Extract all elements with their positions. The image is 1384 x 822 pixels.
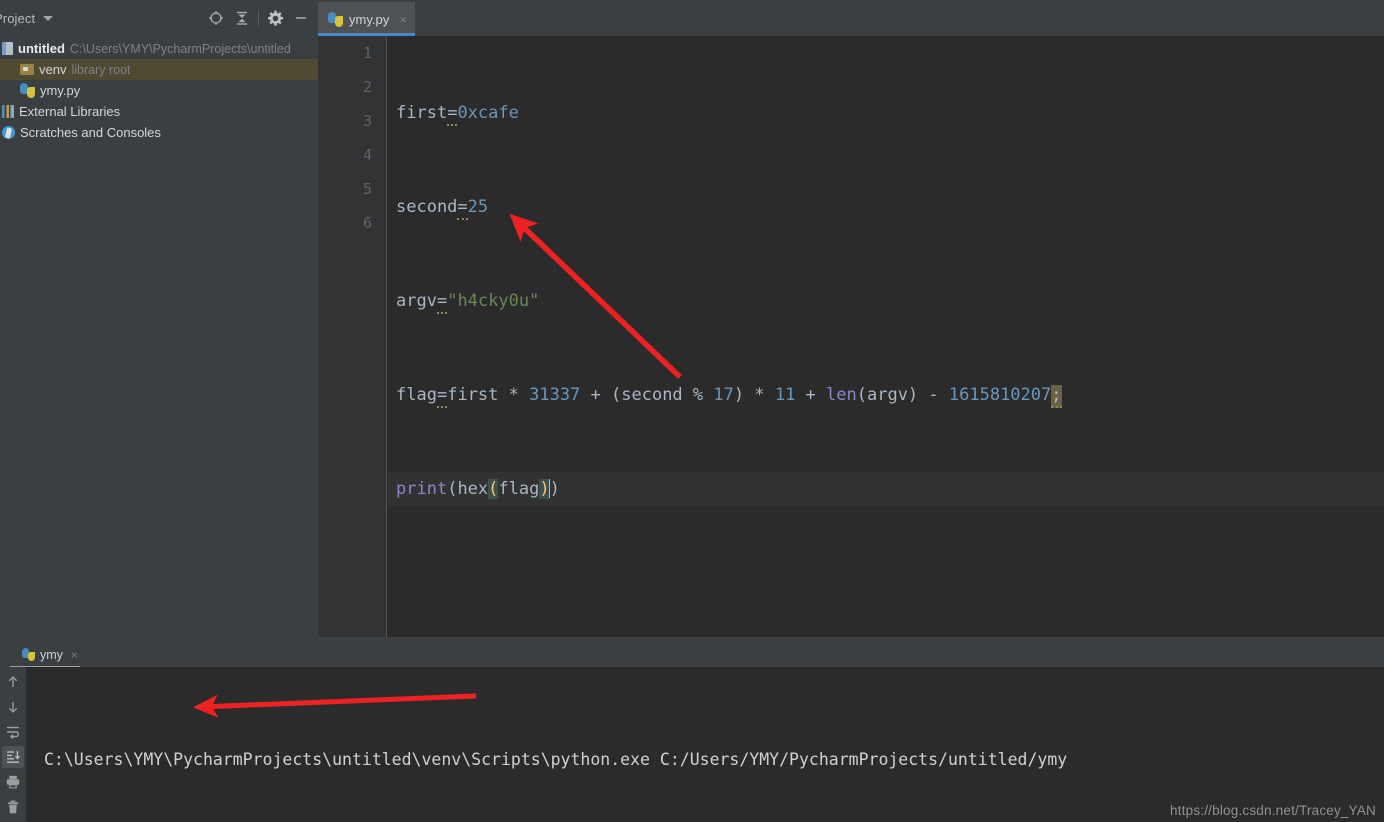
token-function: print: [396, 479, 448, 499]
token-identifier: second: [396, 197, 458, 217]
close-icon[interactable]: ×: [399, 13, 407, 26]
code-line-1: first=0xcafe: [388, 96, 1384, 130]
token-string: "h4cky0u": [447, 291, 540, 311]
console-tab-label: ymy: [40, 647, 63, 662]
token-identifier: argv: [396, 291, 437, 311]
console-line-command: C:\Users\YMY\PycharmProjects\untitled\ve…: [44, 750, 1068, 769]
python-file-icon: [22, 648, 35, 661]
token-operator: =: [447, 103, 458, 126]
chevron-down-icon[interactable]: [43, 15, 54, 21]
tree-item-label: Scratches and Consoles: [20, 125, 161, 140]
code-text[interactable]: first=0xcafe second=25 argv="h4cky0u" fl…: [388, 36, 1384, 637]
editor-gutter[interactable]: 1 2 3 4 5 6: [318, 36, 387, 637]
token-number: 31337: [529, 385, 581, 405]
external-libraries-icon: [2, 105, 14, 118]
token-operator: + (: [580, 385, 622, 405]
editor-tabbar: ymy.py ×: [318, 0, 1384, 36]
tree-item-label: ymy.py: [40, 83, 81, 98]
console-output[interactable]: C:\Users\YMY\PycharmProjects\untitled\ve…: [26, 667, 1384, 822]
token-number: 1615810207: [948, 385, 1052, 405]
tree-item-label: External Libraries: [19, 104, 121, 119]
scroll-to-end-icon[interactable]: [2, 746, 24, 768]
collapse-all-icon[interactable]: [229, 5, 255, 31]
token-operator: =: [457, 197, 468, 220]
token-number: 25: [467, 197, 489, 217]
toolbar-separator: [258, 10, 259, 26]
watermark: https://blog.csdn.net/Tracey_YAN: [1170, 803, 1376, 818]
editor-tab-label: ymy.py: [349, 11, 390, 27]
token-identifier: first: [447, 385, 499, 405]
token-operator: %: [682, 385, 714, 405]
code-editor[interactable]: 1 2 3 4 5 6 first=0xcafe second=25 argv=…: [318, 36, 1384, 637]
token-identifier: flag: [396, 385, 437, 405]
python-file-icon: [328, 11, 343, 27]
tree-item-hint: library root: [71, 62, 131, 77]
tree-item-untitled[interactable]: untitled C:\Users\YMY\PycharmProjects\un…: [0, 38, 318, 59]
code-line-2: second=25: [388, 190, 1384, 224]
down-arrow-icon[interactable]: [2, 696, 24, 718]
tree-item-label: venv: [39, 62, 67, 77]
crosshair-target-icon[interactable]: [203, 5, 229, 31]
token-identifier: first: [396, 103, 448, 123]
token-number: 11: [774, 385, 796, 405]
project-tree: untitled C:\Users\YMY\PycharmProjects\un…: [0, 36, 318, 637]
line-number: 4: [362, 146, 372, 164]
token-paren: (: [447, 479, 458, 499]
gear-icon[interactable]: [262, 5, 288, 31]
pycharm-window: Project: [0, 0, 1384, 822]
project-module-icon: [2, 42, 13, 55]
console-toolbar: [0, 667, 26, 822]
line-number: 3: [362, 112, 372, 130]
python-file-icon: [20, 83, 35, 98]
run-console-pane: ymy × C:\Users\YMY\PycharmProjects\untit…: [0, 637, 1384, 822]
token-number: 0xcafe: [457, 103, 519, 123]
token-operator: -: [918, 385, 949, 405]
token-identifier: second: [621, 385, 683, 405]
trash-icon[interactable]: [2, 796, 24, 818]
token-operator: *: [498, 385, 530, 405]
token-operator: =: [436, 291, 448, 314]
code-line-4: flag=first * 31337 + (second % 17) * 11 …: [388, 378, 1384, 412]
token-matched-bracket-close: ): [539, 479, 550, 499]
line-number: 1: [362, 44, 372, 62]
tree-item-venv[interactable]: venv library root: [0, 59, 318, 80]
minimize-icon[interactable]: [288, 5, 314, 31]
token-function: len: [826, 385, 857, 405]
up-arrow-icon[interactable]: [2, 671, 24, 693]
token-operator: +: [795, 385, 827, 405]
print-icon[interactable]: [2, 771, 24, 793]
token-number: 17: [713, 385, 734, 405]
line-number: 5: [362, 180, 372, 198]
project-toolwindow-header: Project: [0, 0, 318, 36]
tree-item-scratches-and-consoles[interactable]: Scratches and Consoles: [0, 122, 318, 143]
token-paren: ): [549, 479, 560, 499]
token-identifier: flag: [498, 479, 540, 499]
line-number: 6: [362, 214, 372, 232]
token-semicolon-warning: ;: [1051, 385, 1062, 408]
code-line-5: print(hex(flag)): [388, 472, 1384, 506]
tree-item-path: C:\Users\YMY\PycharmProjects\untitled: [69, 41, 291, 56]
project-toolwindow-title: Project: [0, 10, 36, 26]
code-line-3: argv="h4cky0u": [388, 284, 1384, 318]
tree-item-ymy-py[interactable]: ymy.py: [0, 80, 318, 101]
toolwindow-actions: [203, 5, 318, 31]
token-arguments: (argv): [856, 385, 919, 405]
scratches-icon: [2, 126, 15, 139]
console-tabbar: ymy ×: [0, 642, 1384, 669]
console-tab-ymy[interactable]: ymy ×: [10, 642, 84, 669]
close-icon[interactable]: ×: [71, 649, 78, 661]
line-number: 2: [362, 78, 372, 96]
editor-tab-ymy-py[interactable]: ymy.py ×: [318, 2, 415, 36]
token-operator: ) *: [733, 385, 775, 405]
token-matched-bracket-open: (: [488, 479, 499, 499]
tree-item-external-libraries[interactable]: External Libraries: [0, 101, 318, 122]
token-operator: =: [436, 385, 448, 408]
folder-icon: [20, 64, 34, 75]
token-function-hex: hex: [457, 479, 489, 499]
tree-item-label: untitled: [18, 41, 65, 56]
soft-wrap-icon[interactable]: [2, 721, 24, 743]
